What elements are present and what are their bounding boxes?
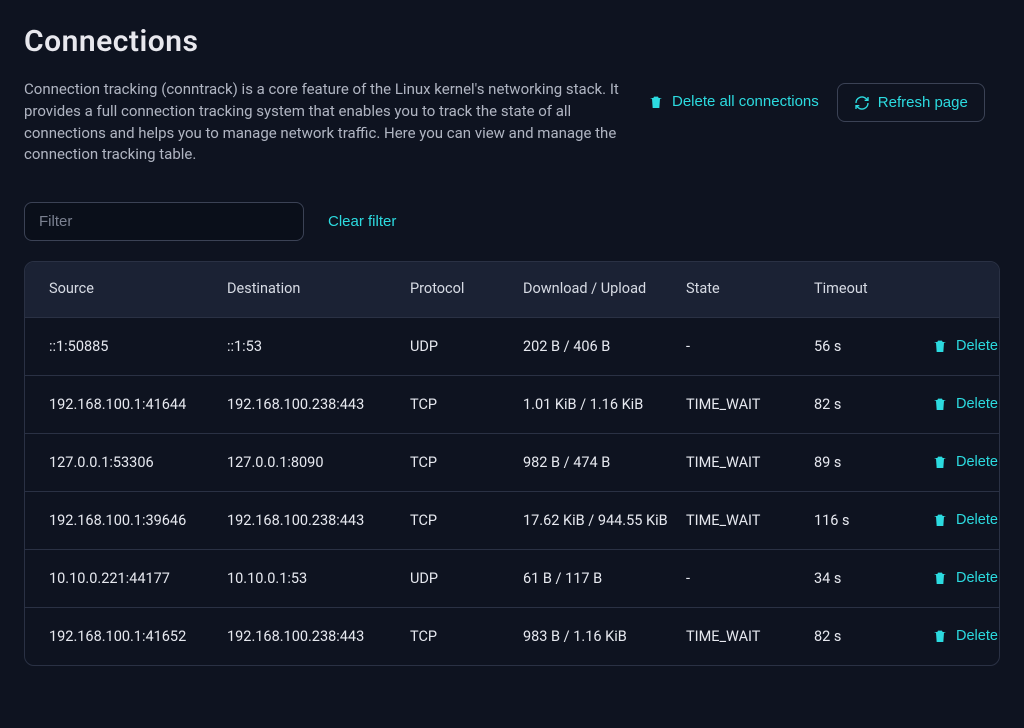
cell-timeout: 34 s xyxy=(814,570,924,587)
cell-source: 192.168.100.1:41644 xyxy=(49,396,219,413)
table-row: 10.10.0.221:44177 10.10.0.1:53 UDP 61 B / 1… xyxy=(25,550,999,608)
delete-row-label: Delete xyxy=(956,396,998,412)
cell-protocol: TCP xyxy=(410,454,515,471)
delete-row-label: Delete xyxy=(956,338,998,354)
cell-protocol: UDP xyxy=(410,338,515,355)
cell-state: TIME_WAIT xyxy=(686,396,806,413)
cell-state: - xyxy=(686,570,806,587)
cell-destination: ::1:53 xyxy=(227,338,402,355)
refresh-button[interactable]: Refresh page xyxy=(837,83,985,122)
cell-destination: 192.168.100.238:443 xyxy=(227,396,402,413)
table-row: 192.168.100.1:39646 192.168.100.238:443 TC… xyxy=(25,492,999,550)
delete-row-label: Delete xyxy=(956,628,998,644)
cell-destination: 192.168.100.238:443 xyxy=(227,512,402,529)
cell-timeout: 82 s xyxy=(814,396,924,413)
trash-icon xyxy=(932,454,948,470)
cell-download-upload: 983 B / 1.16 KiB xyxy=(523,628,678,645)
top-actions: Delete all connections Refresh page xyxy=(644,83,985,122)
page-description: Connection tracking (conntrack) is a cor… xyxy=(24,79,624,166)
trash-icon xyxy=(932,338,948,354)
cell-timeout: 82 s xyxy=(814,628,924,645)
delete-row-label: Delete xyxy=(956,512,998,528)
connections-table: Source Destination Protocol Download / U… xyxy=(24,261,1000,666)
page-title: Connections xyxy=(24,24,1000,59)
table-row: 192.168.100.1:41644 192.168.100.238:443 TC… xyxy=(25,376,999,434)
delete-all-button[interactable]: Delete all connections xyxy=(644,83,823,120)
cell-download-upload: 982 B / 474 B xyxy=(523,454,678,471)
cell-destination: 192.168.100.238:443 xyxy=(227,628,402,645)
table-row: 192.168.100.1:41652 192.168.100.238:443 TC… xyxy=(25,608,999,665)
delete-row-button[interactable]: Delete xyxy=(932,454,998,470)
cell-timeout: 56 s xyxy=(814,338,924,355)
cell-protocol: TCP xyxy=(410,512,515,529)
delete-row-button[interactable]: Delete xyxy=(932,570,998,586)
th-protocol: Protocol xyxy=(410,280,515,299)
table-row: ::1:50885::1:53 UDP 202 B / 406 B-56 s Dele… xyxy=(25,318,999,376)
cell-destination: 10.10.0.1:53 xyxy=(227,570,402,587)
th-download-upload: Download / Upload xyxy=(523,280,678,299)
cell-protocol: TCP xyxy=(410,396,515,413)
cell-state: TIME_WAIT xyxy=(686,454,806,471)
cell-source: 192.168.100.1:41652 xyxy=(49,628,219,645)
delete-row-label: Delete xyxy=(956,454,998,470)
th-state: State xyxy=(686,280,806,299)
cell-source: ::1:50885 xyxy=(49,338,219,355)
cell-download-upload: 17.62 KiB / 944.55 KiB xyxy=(523,512,678,529)
trash-icon xyxy=(932,570,948,586)
delete-row-button[interactable]: Delete xyxy=(932,628,998,644)
cell-protocol: UDP xyxy=(410,570,515,587)
table-header: Source Destination Protocol Download / U… xyxy=(25,262,999,318)
cell-timeout: 116 s xyxy=(814,512,924,529)
delete-all-label: Delete all connections xyxy=(672,93,819,110)
delete-row-button[interactable]: Delete xyxy=(932,338,998,354)
filter-input[interactable] xyxy=(24,202,304,241)
cell-state: - xyxy=(686,338,806,355)
trash-icon xyxy=(932,628,948,644)
th-timeout: Timeout xyxy=(814,280,924,299)
cell-download-upload: 61 B / 117 B xyxy=(523,570,678,587)
cell-source: 10.10.0.221:44177 xyxy=(49,570,219,587)
cell-state: TIME_WAIT xyxy=(686,628,806,645)
cell-state: TIME_WAIT xyxy=(686,512,806,529)
cell-protocol: TCP xyxy=(410,628,515,645)
trash-icon xyxy=(932,396,948,412)
refresh-label: Refresh page xyxy=(878,94,968,111)
delete-row-label: Delete xyxy=(956,570,998,586)
th-source: Source xyxy=(49,280,219,299)
refresh-icon xyxy=(854,95,870,111)
cell-source: 127.0.0.1:53306 xyxy=(49,454,219,471)
cell-download-upload: 1.01 KiB / 1.16 KiB xyxy=(523,396,678,413)
clear-filter-button[interactable]: Clear filter xyxy=(328,213,396,230)
cell-source: 192.168.100.1:39646 xyxy=(49,512,219,529)
cell-download-upload: 202 B / 406 B xyxy=(523,338,678,355)
trash-icon xyxy=(932,512,948,528)
delete-row-button[interactable]: Delete xyxy=(932,396,998,412)
trash-icon xyxy=(648,94,664,110)
cell-timeout: 89 s xyxy=(814,454,924,471)
cell-destination: 127.0.0.1:8090 xyxy=(227,454,402,471)
th-destination: Destination xyxy=(227,280,402,299)
delete-row-button[interactable]: Delete xyxy=(932,512,998,528)
table-row: 127.0.0.1:53306 127.0.0.1:8090 TCP 982 B / … xyxy=(25,434,999,492)
